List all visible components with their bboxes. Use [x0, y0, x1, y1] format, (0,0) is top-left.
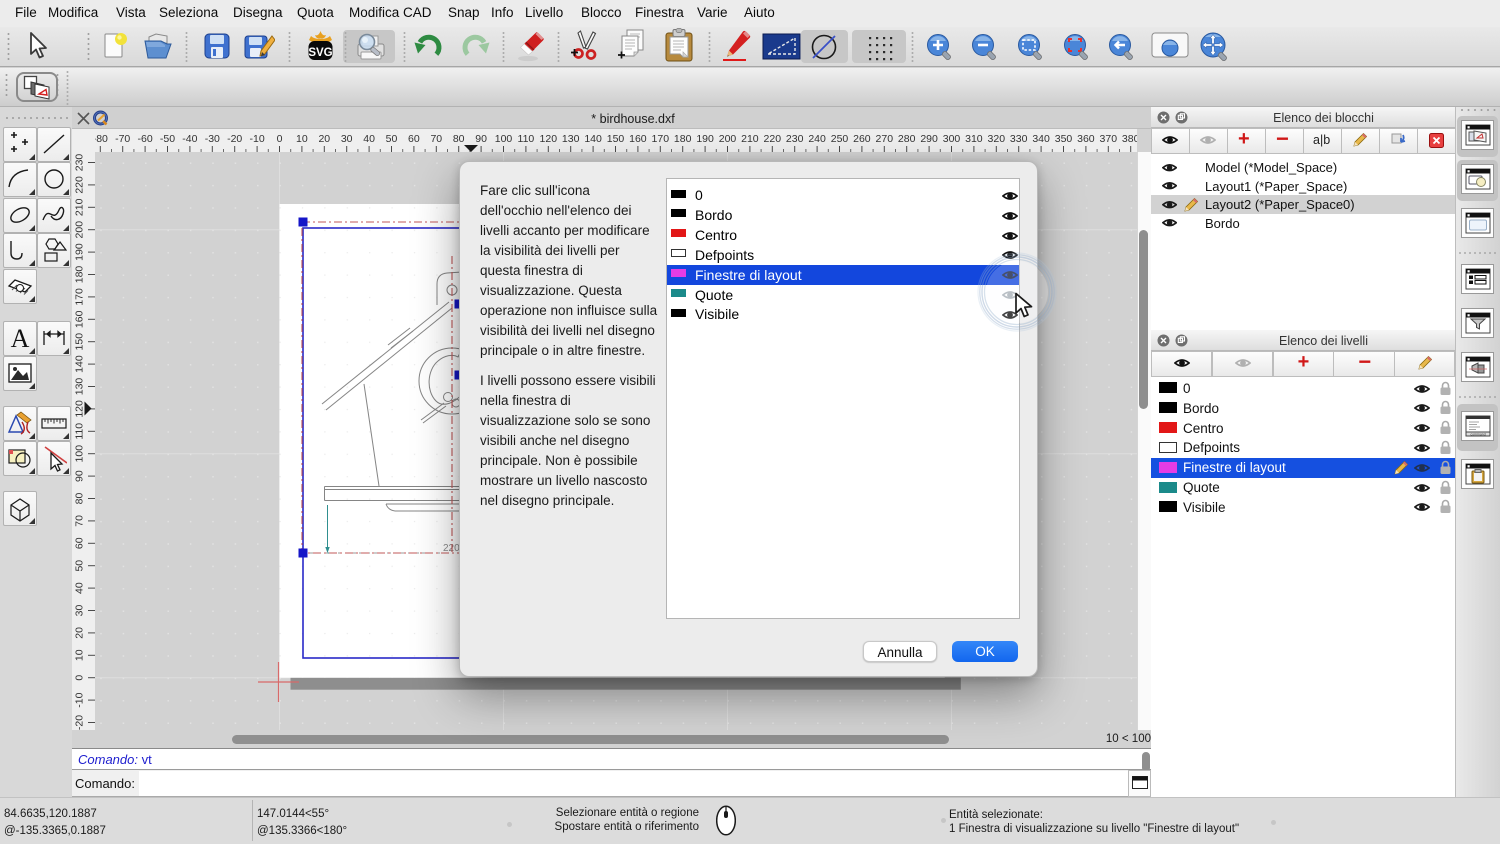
svg-text:-80: -80: [95, 133, 108, 145]
svg-text:110: 110: [74, 423, 86, 440]
svg-text:80: 80: [453, 133, 465, 145]
svg-text:170: 170: [652, 133, 670, 145]
svg-text:250: 250: [831, 133, 849, 145]
svg-text:70: 70: [430, 133, 442, 145]
svg-text:140: 140: [584, 133, 602, 145]
svg-text:190: 190: [74, 243, 86, 261]
svg-text:260: 260: [853, 133, 871, 145]
svg-text:command: command: [1470, 432, 1485, 436]
svg-text:370: 370: [1100, 133, 1118, 145]
svg-text:60: 60: [74, 537, 86, 549]
svg-text:380: 380: [1122, 133, 1137, 145]
svg-text:A: A: [11, 325, 30, 352]
svg-text:100: 100: [495, 133, 513, 145]
svg-text:200: 200: [74, 221, 86, 239]
svg-text:20: 20: [318, 133, 330, 145]
svg-text:60: 60: [408, 133, 420, 145]
svg-text:300: 300: [943, 133, 961, 145]
svg-text:90: 90: [74, 470, 86, 482]
svg-text:150: 150: [74, 333, 86, 351]
svg-text:50: 50: [386, 133, 398, 145]
svg-text:220: 220: [764, 133, 782, 145]
svg-text:320: 320: [988, 133, 1006, 145]
svg-text:210: 210: [74, 198, 86, 216]
svg-text:80: 80: [74, 493, 86, 505]
svg-text:120: 120: [74, 400, 86, 418]
svg-text:160: 160: [629, 133, 647, 145]
svg-text:310: 310: [965, 133, 983, 145]
svg-text:360: 360: [1077, 133, 1095, 145]
svg-text:210: 210: [741, 133, 759, 145]
svg-text:170: 170: [74, 288, 86, 306]
svg-text:110: 110: [518, 133, 535, 145]
svg-text:-20: -20: [227, 133, 242, 145]
svg-text:270: 270: [876, 133, 894, 145]
svg-text:-10: -10: [250, 133, 265, 145]
svg-text:280: 280: [898, 133, 916, 145]
svg-text:-70: -70: [115, 133, 130, 145]
svg-text:SVG: SVG: [308, 47, 332, 59]
svg-text:180: 180: [674, 133, 692, 145]
svg-text:100: 100: [74, 445, 86, 463]
svg-text:230: 230: [74, 154, 86, 172]
svg-text:290: 290: [920, 133, 938, 145]
svg-text:90: 90: [475, 133, 487, 145]
svg-text:30: 30: [341, 133, 353, 145]
svg-text:190: 190: [696, 133, 714, 145]
svg-text:350: 350: [1055, 133, 1073, 145]
svg-text:0: 0: [277, 133, 283, 145]
svg-text:150: 150: [607, 133, 625, 145]
svg-text:-40: -40: [182, 133, 197, 145]
svg-text:220: 220: [74, 176, 86, 194]
svg-text:340: 340: [1032, 133, 1050, 145]
svg-text:240: 240: [808, 133, 826, 145]
svg-text:40: 40: [74, 582, 86, 594]
svg-text:50: 50: [74, 560, 86, 572]
svg-text:-10: -10: [74, 692, 86, 707]
svg-text:120: 120: [540, 133, 558, 145]
svg-text:40: 40: [363, 133, 375, 145]
svg-text:20: 20: [74, 627, 86, 639]
svg-text:30: 30: [74, 605, 86, 617]
svg-text:230: 230: [786, 133, 804, 145]
svg-text:-30: -30: [205, 133, 220, 145]
svg-text:10: 10: [74, 649, 86, 661]
svg-text:130: 130: [562, 133, 580, 145]
svg-text:330: 330: [1010, 133, 1028, 145]
svg-text:140: 140: [74, 355, 86, 373]
svg-text:10: 10: [296, 133, 308, 145]
svg-text:70: 70: [74, 515, 86, 527]
svg-text:-20: -20: [74, 715, 86, 730]
svg-text:-60: -60: [138, 133, 153, 145]
svg-text:180: 180: [74, 266, 86, 284]
svg-text:160: 160: [74, 310, 86, 328]
svg-text:200: 200: [719, 133, 737, 145]
svg-text:130: 130: [74, 378, 86, 396]
svg-text:-50: -50: [160, 133, 175, 145]
svg-text:0: 0: [74, 675, 86, 681]
